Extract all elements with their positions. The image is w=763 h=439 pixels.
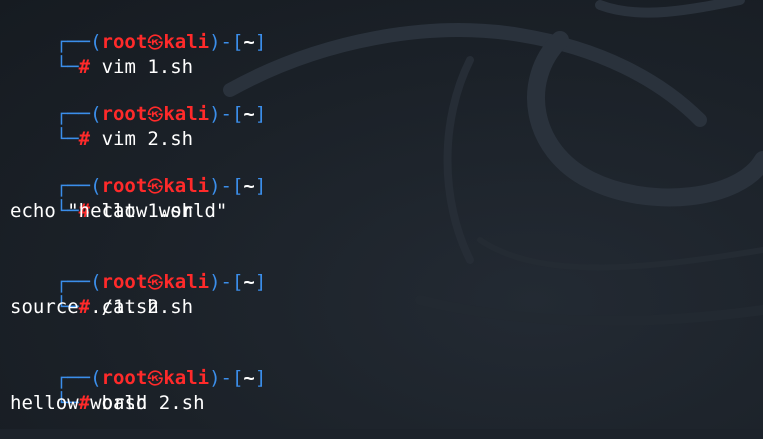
command-line: └─# cat 1.sh bbox=[55, 200, 194, 222]
prompt-frame-bottom: └─ bbox=[55, 56, 79, 78]
prompt-line: ┌──(root㉿kali)-[~] bbox=[55, 367, 267, 389]
terminal-window[interactable]: ┌──(root㉿kali)-[~] └─# vim 1.sh ┌──(root… bbox=[0, 0, 763, 429]
prompt-line: ┌──(root㉿kali)-[~] bbox=[55, 175, 267, 197]
prompt-dir: ~ bbox=[243, 31, 255, 53]
command-text: vim 1.sh bbox=[101, 56, 194, 78]
command-line: └─# bash 2.sh bbox=[55, 392, 205, 414]
command-line: └─# vim 1.sh bbox=[10, 31, 193, 78]
command-output: source ./1.sh bbox=[10, 296, 159, 318]
prompt-symbol: # bbox=[78, 56, 91, 78]
command-text: vim 2.sh bbox=[101, 128, 194, 150]
prompt-line: ┌──(root㉿kali)-[~] bbox=[55, 271, 267, 293]
command-output: hellow world bbox=[10, 392, 148, 414]
prompt-line: ┌──(root㉿kali)-[~] bbox=[55, 103, 267, 125]
prompt-line: ┌──(root㉿kali)-[~] bbox=[55, 31, 267, 53]
command-output: echo "hellow world" bbox=[10, 200, 228, 222]
command-line: └─# vim 2.sh bbox=[55, 128, 194, 150]
command-line: └─# cat 2.sh bbox=[55, 296, 194, 318]
